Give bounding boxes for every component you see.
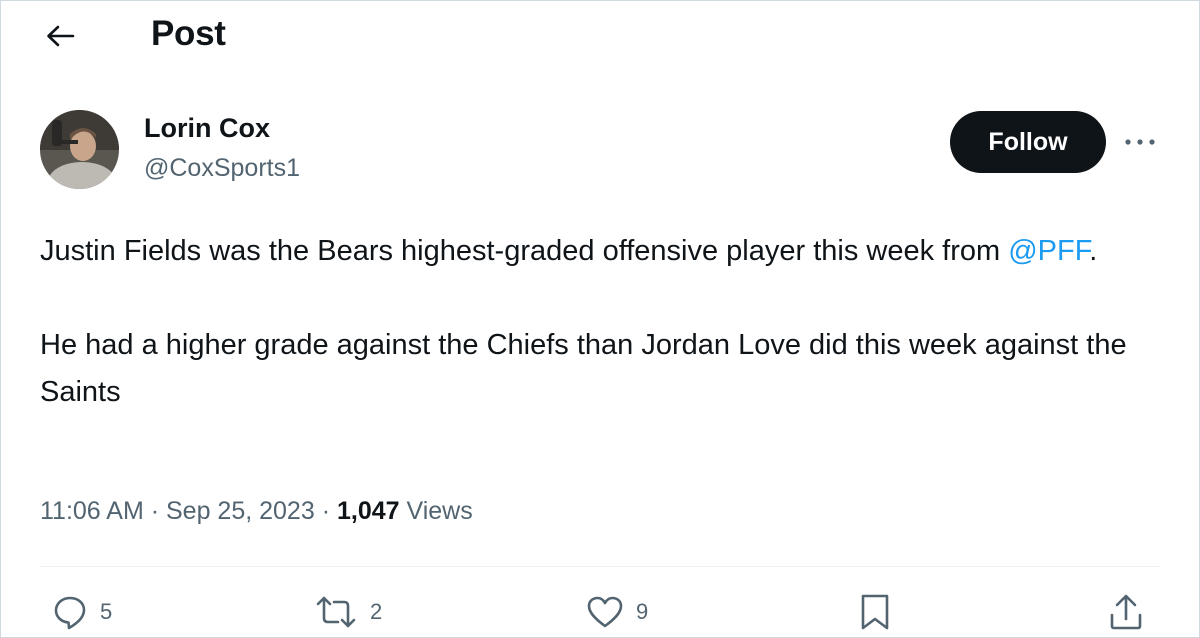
repost-count: 2 bbox=[370, 599, 383, 624]
tweet-paragraph-1: Justin Fields was the Bears highest-grad… bbox=[40, 228, 1160, 275]
user-avatar-icon bbox=[40, 110, 119, 189]
repost-icon bbox=[316, 596, 356, 628]
share-button[interactable] bbox=[1108, 592, 1144, 632]
share-icon bbox=[1110, 594, 1142, 630]
reply-button[interactable]: 5 bbox=[52, 592, 112, 632]
bookmark-icon bbox=[861, 594, 889, 630]
reply-icon bbox=[54, 596, 86, 630]
views-count: 1,047 bbox=[336, 497, 400, 525]
meta-separator: · bbox=[314, 497, 337, 525]
views-label: Views bbox=[406, 497, 473, 525]
tweet-text-part: . bbox=[1089, 235, 1098, 267]
like-count: 9 bbox=[636, 599, 649, 624]
author-display-name[interactable]: Lorin Cox bbox=[144, 113, 270, 144]
repost-button[interactable]: 2 bbox=[314, 592, 382, 632]
post-time[interactable]: 11:06 AM bbox=[40, 497, 144, 525]
divider bbox=[40, 566, 1160, 567]
mention-link[interactable]: @PFF bbox=[1008, 235, 1089, 267]
post-meta: 11:06 AM · Sep 25, 2023 · 1,047 Views bbox=[40, 497, 473, 526]
tweet-text-part: Justin Fields was the Bears highest-grad… bbox=[40, 235, 1009, 267]
more-horizontal-icon bbox=[1125, 139, 1155, 145]
bookmark-button[interactable] bbox=[859, 592, 891, 632]
reply-count: 5 bbox=[100, 599, 113, 624]
tweet-paragraph-2: He had a higher grade against the Chiefs… bbox=[40, 329, 1127, 408]
avatar[interactable] bbox=[40, 110, 119, 189]
like-button[interactable]: 9 bbox=[586, 592, 648, 632]
follow-button[interactable]: Follow bbox=[950, 111, 1106, 173]
more-button[interactable] bbox=[1118, 128, 1162, 156]
author-handle[interactable]: @CoxSports1 bbox=[144, 154, 300, 183]
tweet-text: Justin Fields was the Bears highest-grad… bbox=[40, 228, 1160, 416]
page-title: Post bbox=[151, 14, 226, 53]
post-date[interactable]: Sep 25, 2023 bbox=[166, 497, 315, 525]
heart-icon bbox=[587, 596, 623, 628]
meta-separator: · bbox=[143, 497, 166, 525]
back-button[interactable] bbox=[40, 20, 80, 52]
arrow-left-icon bbox=[47, 25, 75, 47]
